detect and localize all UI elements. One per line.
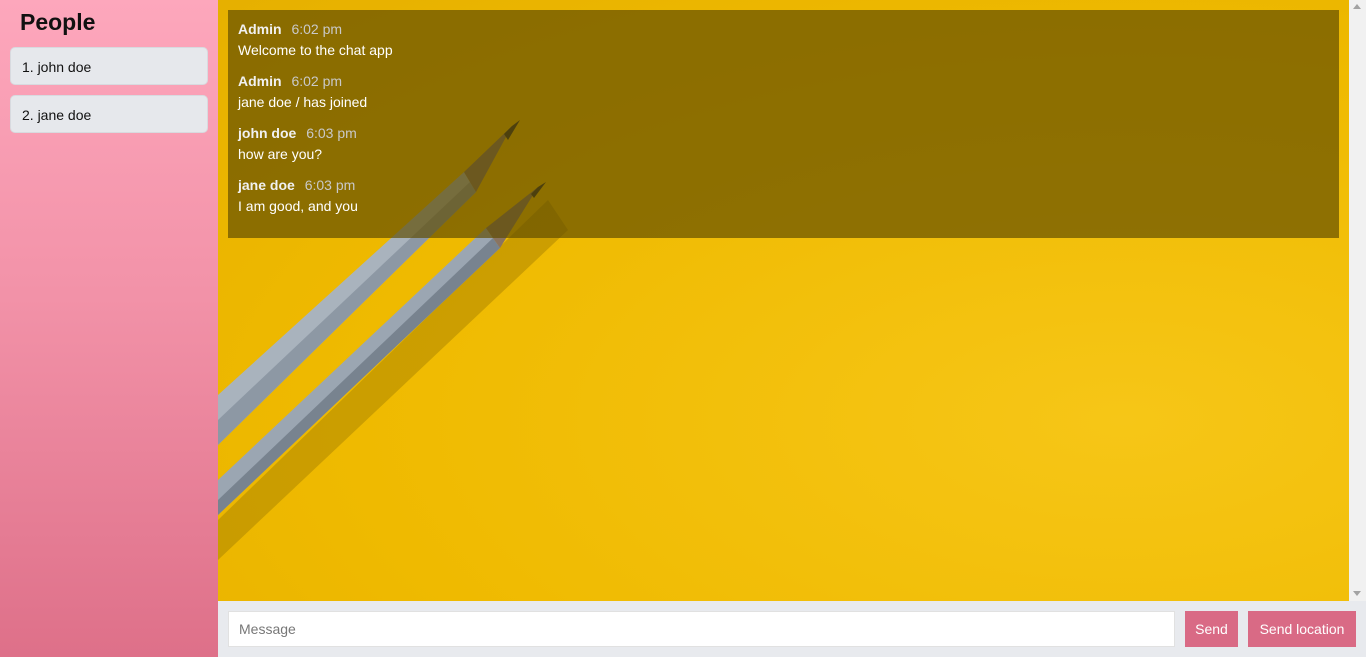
people-title: People [20, 9, 96, 35]
people-item-john-doe[interactable]: 1. john doe [10, 47, 208, 85]
chat-area: Admin 6:02 pm Welcome to the chat app Ad… [218, 0, 1349, 601]
people-item-jane-doe[interactable]: 2. jane doe [10, 95, 208, 133]
message-composer: Send Send location [218, 601, 1366, 657]
message-author: jane doe [238, 177, 295, 193]
scroll-down-arrow-icon[interactable] [1353, 591, 1361, 596]
message-time: 6:03 pm [304, 177, 356, 193]
message-time: 6:02 pm [291, 21, 343, 37]
message-input[interactable] [228, 611, 1175, 647]
message-item: john doe 6:03 pm how are you? [238, 125, 1329, 162]
message-author: john doe [238, 125, 297, 141]
message-text: Welcome to the chat app [238, 42, 393, 58]
message-text: I am good, and you [238, 198, 358, 214]
message-time: 6:03 pm [306, 125, 357, 141]
send-button[interactable]: Send [1185, 611, 1238, 647]
messages-panel: Admin 6:02 pm Welcome to the chat app Ad… [228, 10, 1339, 238]
message-author: Admin [238, 21, 282, 37]
send-location-button[interactable]: Send location [1248, 611, 1356, 647]
message-item: jane doe 6:03 pm I am good, and you [238, 177, 1329, 214]
message-item: Admin 6:02 pm Welcome to the chat app [238, 21, 1329, 58]
scroll-up-arrow-icon[interactable] [1353, 4, 1361, 9]
message-time: 6:02 pm [291, 73, 343, 89]
message-text: jane doe / has joined [238, 94, 368, 110]
message-author: Admin [238, 73, 282, 89]
message-item: Admin 6:02 pm jane doe / has joined [238, 73, 1329, 110]
chat-scrollbar[interactable] [1349, 0, 1366, 601]
sidebar: People 1. john doe 2. jane doe [0, 0, 218, 657]
message-text: how are you? [238, 146, 323, 162]
